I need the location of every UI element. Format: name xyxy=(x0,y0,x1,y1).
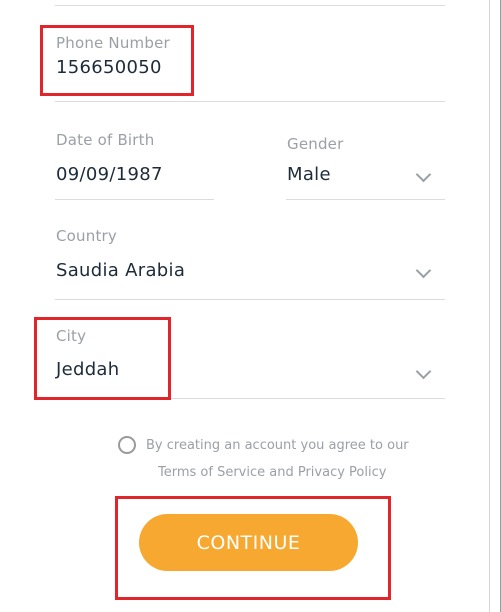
gender-label: Gender xyxy=(287,135,344,153)
date-of-birth-value[interactable]: 09/09/1987 xyxy=(56,164,163,185)
country-underline xyxy=(55,299,445,300)
date-of-birth-label: Date of Birth xyxy=(56,131,155,149)
highlight-box-continue xyxy=(115,496,391,600)
country-value[interactable]: Saudia Arabia xyxy=(56,260,185,281)
terms-radio[interactable] xyxy=(118,436,136,454)
gender-underline xyxy=(286,199,445,200)
highlight-box-city xyxy=(34,317,171,400)
chevron-down-icon[interactable] xyxy=(415,166,432,183)
phone-number-underline xyxy=(55,101,445,102)
right-edge-divider xyxy=(489,0,490,612)
chevron-down-icon[interactable] xyxy=(415,262,432,279)
date-of-birth-underline xyxy=(55,199,214,200)
highlight-box-phone xyxy=(40,25,194,96)
chevron-down-icon[interactable] xyxy=(415,363,432,380)
terms-privacy-link[interactable]: Terms of Service and Privacy Policy xyxy=(158,465,386,480)
gender-value[interactable]: Male xyxy=(287,164,331,185)
previous-field-underline xyxy=(55,5,445,6)
country-label: Country xyxy=(56,227,117,245)
consent-text-line1: By creating an account you agree to our xyxy=(146,438,409,453)
